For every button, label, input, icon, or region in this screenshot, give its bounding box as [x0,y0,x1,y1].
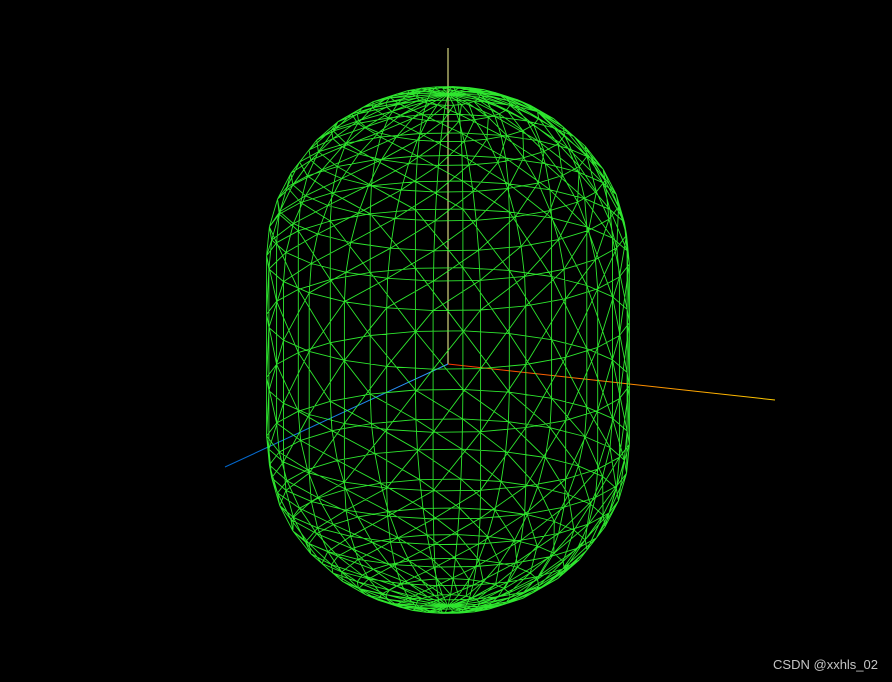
capsule-wireframe-edges [266,86,630,614]
watermark-text: CSDN @xxhls_02 [773,657,878,672]
3d-scene-canvas[interactable] [0,0,892,682]
x-axis-line [447,363,776,401]
z-axis-line [224,363,449,468]
webgl-viewport[interactable]: CSDN @xxhls_02 [0,0,892,682]
capsule-wireframe-mesh [266,86,630,614]
